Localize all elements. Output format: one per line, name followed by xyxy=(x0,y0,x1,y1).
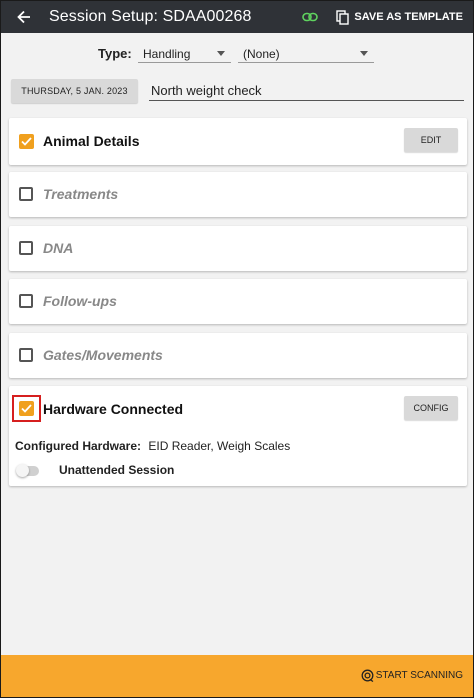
edit-button[interactable]: EDIT xyxy=(404,128,458,152)
animal-details-card: Animal Details EDIT xyxy=(9,118,467,165)
type-row: Type: Handling (None) xyxy=(1,45,473,65)
save-as-template-button[interactable]: SAVE AS TEMPLATE xyxy=(336,9,463,25)
scan-icon xyxy=(361,669,374,682)
configured-hardware-row: Configured Hardware: EID Reader, Weigh S… xyxy=(15,439,290,453)
toggle-knob xyxy=(16,464,29,477)
check-icon xyxy=(21,404,32,413)
dna-title: DNA xyxy=(43,240,74,256)
save-as-template-label: SAVE AS TEMPLATE xyxy=(354,11,463,23)
treatments-card: Treatments xyxy=(9,172,467,217)
hardware-title: Hardware Connected xyxy=(43,401,184,417)
treatments-title: Treatments xyxy=(43,186,119,202)
dna-card: DNA xyxy=(9,226,467,271)
arrow-left-icon xyxy=(17,10,30,24)
copy-icon xyxy=(336,9,350,25)
animal-details-checkbox[interactable] xyxy=(19,134,34,149)
animal-details-title: Animal Details xyxy=(43,133,140,149)
caret-down-icon xyxy=(217,51,225,56)
gates-movements-checkbox[interactable] xyxy=(19,348,33,362)
session-description-input[interactable] xyxy=(149,81,464,101)
unattended-session-label: Unattended Session xyxy=(59,463,175,477)
treatments-checkbox[interactable] xyxy=(19,187,33,201)
configured-hardware-label: Configured Hardware: xyxy=(15,439,142,453)
hardware-card: Hardware Connected CONFIG Configured Har… xyxy=(9,386,467,486)
gates-movements-title: Gates/Movements xyxy=(43,347,163,363)
follow-ups-title: Follow-ups xyxy=(43,293,117,309)
link-icon[interactable] xyxy=(302,7,322,27)
date-button[interactable]: THURSDAY, 5 JAN. 2023 xyxy=(11,79,138,103)
footer-bar: START SCANNING xyxy=(1,655,473,697)
dna-checkbox[interactable] xyxy=(19,241,33,255)
config-button[interactable]: CONFIG xyxy=(404,396,458,420)
group-select[interactable]: (None) xyxy=(238,45,374,63)
caret-down-icon xyxy=(360,51,368,56)
gates-movements-card: Gates/Movements xyxy=(9,333,467,378)
type-label: Type: xyxy=(98,46,132,61)
start-scanning-button[interactable]: START SCANNING xyxy=(361,669,463,682)
type-select-value: Handling xyxy=(143,47,191,61)
follow-ups-card: Follow-ups xyxy=(9,279,467,324)
unattended-session-toggle[interactable] xyxy=(16,464,39,477)
hardware-checkbox[interactable] xyxy=(19,401,34,416)
configured-hardware-value: EID Reader, Weigh Scales xyxy=(148,439,291,453)
back-button[interactable] xyxy=(9,1,39,33)
page-title: Session Setup: SDAA00268 xyxy=(49,8,252,25)
start-scanning-label: START SCANNING xyxy=(375,670,463,681)
follow-ups-checkbox[interactable] xyxy=(19,294,33,308)
type-select[interactable]: Handling xyxy=(138,45,231,63)
check-icon xyxy=(21,137,32,146)
app-bar: Session Setup: SDAA00268 SAVE AS TEMPLAT… xyxy=(1,1,473,33)
group-select-value: (None) xyxy=(243,47,280,61)
